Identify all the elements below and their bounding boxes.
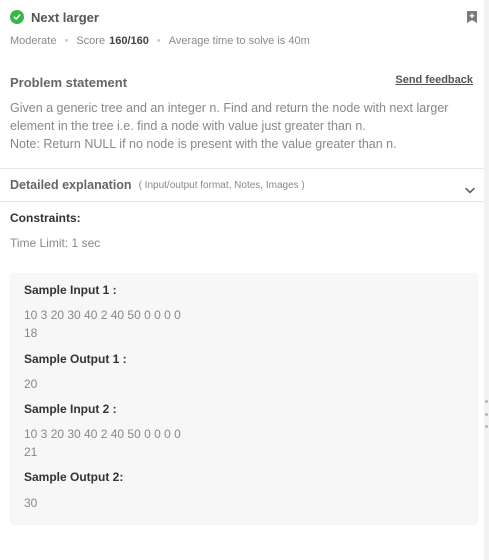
chevron-down-icon [465,181,475,194]
problem-title: Next larger [31,9,99,25]
check-circle-icon [10,10,24,24]
problem-meta: Moderate • Score 160/160 • Average time … [10,34,310,48]
description-line: Given a generic tree and an integer n. F… [10,101,449,115]
problem-statement-heading: Problem statement [10,75,128,90]
separator-dot: • [64,35,69,47]
score-value: 160/160 [109,35,149,47]
panel-resize-gutter[interactable] [484,0,489,560]
sample-label: Sample Output 1 : [24,352,127,366]
sample-value: 18 [24,326,38,340]
detailed-explanation-toggle[interactable]: Detailed explanation ( Input/output form… [10,169,478,201]
problem-panel: Next larger Moderate • Score 160/160 • A… [0,0,484,560]
sample-label: Sample Input 1 : [24,283,117,297]
bookmark-add-icon[interactable] [466,10,478,24]
average-time: Average time to solve is 40m [168,35,310,47]
send-feedback-link[interactable]: Send feedback [395,74,473,86]
sample-value: 21 [24,445,38,459]
separator-dot: • [156,35,161,47]
sample-value: 10 3 20 30 40 2 40 50 0 0 0 0 [24,308,181,322]
grip-dot-icon [485,412,488,416]
sample-value: 20 [24,377,38,391]
problem-header: Next larger [10,6,478,28]
samples-box: Sample Input 1 : 10 3 20 30 40 2 40 50 0… [10,273,478,525]
sample-value: 10 3 20 30 40 2 40 50 0 0 0 0 [24,427,181,441]
detailed-explanation-subtitle: ( Input/output format, Notes, Images ) [138,179,305,191]
description-line: element in the tree i.e. find a node wit… [10,119,366,133]
detailed-explanation-title: Detailed explanation [10,178,132,192]
sample-label: Sample Output 2: [24,470,124,484]
difficulty-label: Moderate [10,35,57,47]
sample-label: Sample Input 2 : [24,402,117,416]
resize-handle[interactable] [485,400,489,428]
divider [0,201,484,202]
score-label: Score [76,35,106,47]
grip-dot-icon [485,425,488,428]
description-line: Note: Return NULL if no node is present … [10,137,397,151]
grip-dot-icon [485,400,488,403]
constraints-text: Time Limit: 1 sec [10,236,101,250]
sample-value: 30 [24,496,38,510]
constraints-heading: Constraints: [10,211,81,225]
problem-description: Given a generic tree and an integer n. F… [10,99,480,153]
